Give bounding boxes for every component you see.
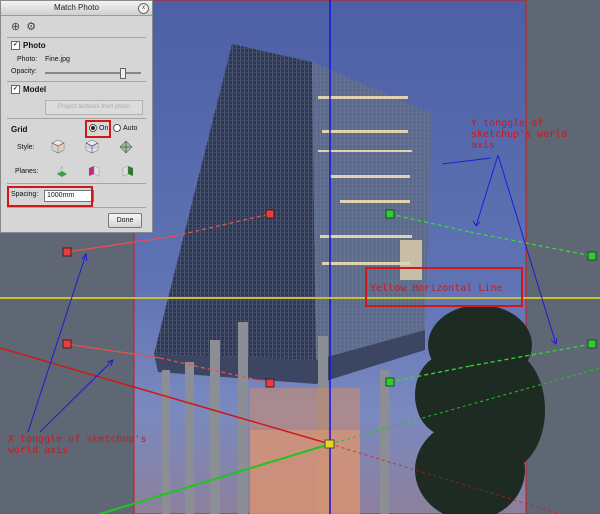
red-bar-upper-right-grip[interactable] <box>265 209 275 219</box>
spacing-highlight-box <box>7 186 93 207</box>
green-bar-upper-right-grip[interactable] <box>587 251 597 261</box>
origin-grip[interactable] <box>324 439 335 449</box>
horizon-annotation: Yellow Horizontal Line <box>370 283 503 294</box>
style-label: Style: <box>17 144 35 151</box>
style-above-icon[interactable] <box>83 138 101 154</box>
settings-gear-icon[interactable]: ⚙ <box>26 21 36 33</box>
opacity-slider-thumb[interactable] <box>120 68 126 79</box>
model-section-toggle[interactable]: ✓ Model <box>11 85 47 95</box>
grid-auto-label: Auto <box>123 124 138 132</box>
divider <box>7 207 146 208</box>
green-bar-lower-right-grip[interactable] <box>587 339 597 349</box>
green-bar-lower-left-grip[interactable] <box>385 377 395 387</box>
plane-red-icon[interactable] <box>85 163 103 179</box>
divider <box>7 118 146 119</box>
style-inside-icon[interactable] <box>49 138 67 154</box>
divider <box>7 37 146 38</box>
checkbox-check-icon[interactable]: ✓ <box>11 41 20 51</box>
y-axis-annotation: Y tonggle of sketchup's world axis <box>471 118 568 151</box>
red-bar-upper-left-grip[interactable] <box>62 247 72 257</box>
opacity-label: Opacity: <box>11 68 37 75</box>
photo <box>133 0 545 514</box>
photo-section-label: Photo <box>23 41 46 50</box>
radio-unselected-icon[interactable] <box>113 124 121 132</box>
style-below-icon[interactable] <box>117 138 135 154</box>
on-highlight-box <box>85 120 111 138</box>
match-photo-panel: Match Photo x ⊕ ⚙ ✓ Photo Photo: Fine.jpg … <box>0 0 153 233</box>
red-bar-lower-left-grip[interactable] <box>62 339 72 349</box>
add-photo-icon[interactable]: ⊕ <box>11 21 20 33</box>
plane-green-icon[interactable] <box>119 163 137 179</box>
planes-label: Planes: <box>15 168 39 175</box>
x-axis-annotation: X tonggle of sketchup's world axis <box>8 434 147 456</box>
photo-filename: Fine.jpg <box>45 56 70 63</box>
grid-auto-option[interactable]: Auto <box>113 124 137 132</box>
project-textures-button[interactable]: Project textures from photo <box>45 100 143 115</box>
photo-label: Photo: <box>17 56 38 63</box>
panel-titlebar[interactable]: Match Photo x <box>1 1 152 16</box>
green-bar-upper-left-grip[interactable] <box>385 209 395 219</box>
divider <box>7 81 146 82</box>
model-section-label: Model <box>23 85 47 94</box>
close-icon[interactable]: x <box>138 3 149 14</box>
plane-ground-icon[interactable] <box>53 163 71 179</box>
done-button[interactable]: Done <box>108 213 142 228</box>
panel-title: Match Photo <box>54 3 99 12</box>
photo-section-toggle[interactable]: ✓ Photo <box>11 41 46 51</box>
checkbox-check-icon[interactable]: ✓ <box>11 85 20 95</box>
grid-section-label: Grid <box>11 125 28 134</box>
red-bar-lower-right-grip[interactable] <box>265 378 275 388</box>
opacity-slider[interactable] <box>45 68 141 79</box>
divider <box>7 183 146 184</box>
panel-toolbar: ⊕ ⚙ <box>11 20 42 33</box>
